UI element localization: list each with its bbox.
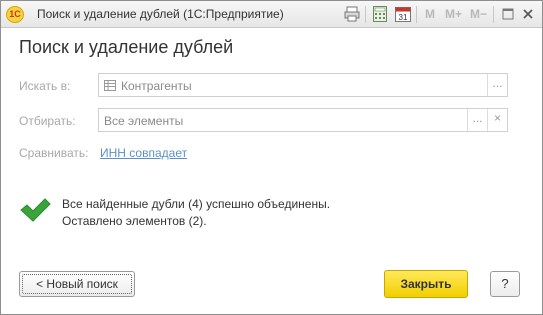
dialog-window: 1С Поиск и удаление дублей (1С:Предприят… (0, 0, 543, 315)
search-in-label: Искать в: (19, 79, 71, 93)
app-logo-icon: 1С (6, 6, 24, 23)
toolbar-separator (416, 6, 417, 23)
toolbar-separator (493, 6, 494, 23)
close-button[interactable]: Закрыть (384, 270, 468, 298)
title-bar: 1С Поиск и удаление дублей (1С:Предприят… (1, 1, 542, 28)
memory-button[interactable]: M (425, 7, 435, 21)
compare-rule-link[interactable]: ИНН совпадает (100, 146, 187, 160)
close-icon[interactable] (519, 5, 537, 23)
search-in-value: Контрагенты (121, 79, 192, 93)
window-title: Поиск и удаление дублей (1С:Предприятие) (37, 7, 284, 21)
memory-minus-button[interactable]: M− (470, 7, 487, 21)
select-button[interactable]: ... (467, 109, 487, 131)
filter-value: Все элементы (104, 114, 184, 128)
restore-icon[interactable] (499, 5, 517, 23)
new-search-button[interactable]: < Новый поиск (19, 271, 135, 297)
print-icon[interactable] (343, 5, 361, 23)
compare-label: Сравнивать: (19, 146, 89, 160)
select-button[interactable]: ... (487, 74, 507, 96)
filter-label: Отбирать: (19, 114, 76, 128)
calculator-icon[interactable] (371, 5, 389, 23)
clear-button[interactable]: × (487, 109, 507, 131)
memory-plus-button[interactable]: M+ (445, 7, 462, 21)
help-button[interactable]: ? (490, 271, 520, 297)
result-message-line-1: Все найденные дубли (4) успешно объедине… (62, 197, 331, 211)
page-title: Поиск и удаление дублей (19, 37, 234, 57)
success-check-icon (19, 197, 51, 223)
calendar-day: 31 (399, 13, 408, 22)
calendar-icon[interactable]: 31 (394, 5, 412, 23)
result-message-line-2: Оставлено элементов (2). (62, 214, 207, 228)
filter-field[interactable]: Все элементы ... × (98, 108, 508, 132)
toolbar-separator (365, 6, 366, 23)
search-in-field[interactable]: Контрагенты ... (98, 73, 508, 97)
catalog-icon (104, 80, 116, 94)
new-search-button-label: < Новый поиск (22, 274, 132, 294)
